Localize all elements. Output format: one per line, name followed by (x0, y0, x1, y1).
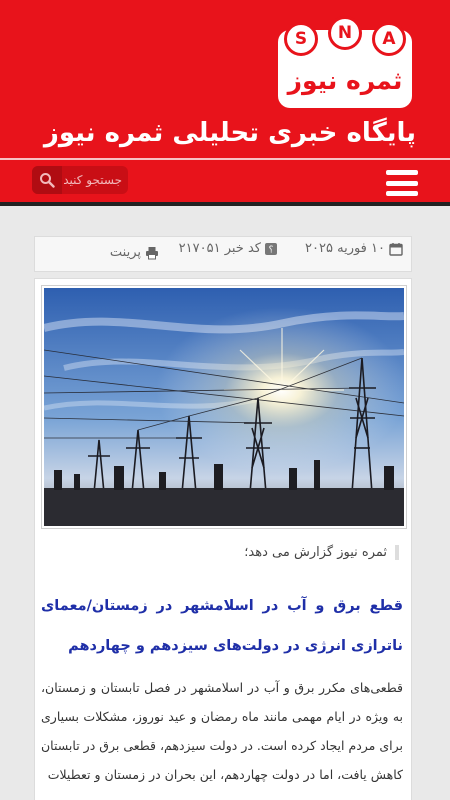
nav-bar (0, 158, 450, 206)
article-card: ثمره نیوز گزارش می دهد؛ قطع برق و آب در … (34, 278, 412, 800)
logo-letter-n: N (328, 16, 362, 50)
print-button[interactable]: پرینت (110, 245, 159, 260)
publish-date: ۱۰ فوریه ۲۰۲۵ (305, 241, 403, 256)
search-button[interactable] (32, 166, 62, 194)
news-code: ؟ کد خبر ۲۱۷۰۵۱ (179, 241, 277, 256)
article-headline[interactable]: قطع برق و آب در اسلامشهر در زمستان/معمای… (41, 586, 403, 666)
menu-bar-bottom (386, 191, 418, 196)
article-lead: ثمره نیوز گزارش می دهد؛ (244, 545, 399, 560)
printer-icon (146, 246, 158, 259)
news-code-text: کد خبر ۲۱۷۰۵۱ (178, 241, 261, 256)
site-header: S N A ثمره نیوز پایگاه خبری تحلیلی ثمره … (0, 0, 450, 158)
tag-icon: ؟ (265, 242, 277, 255)
logo-letter-s: S (284, 22, 318, 56)
site-title: پایگاه خبری تحلیلی ثمره نیوز (43, 118, 416, 148)
logo-letter-a: A (372, 22, 406, 56)
calendar-icon (389, 242, 403, 256)
search-box (32, 166, 128, 194)
article-image-frame (41, 285, 407, 529)
search-icon (40, 173, 55, 188)
logo-text: ثمره نیوز (287, 66, 403, 95)
menu-bar-top (386, 170, 418, 175)
menu-bar-middle (386, 180, 418, 186)
site-logo[interactable]: S N A ثمره نیوز (278, 16, 412, 108)
svg-text:؟: ؟ (269, 245, 274, 255)
hamburger-menu-button[interactable] (386, 170, 418, 196)
print-label: پرینت (109, 245, 141, 260)
article-body: قطعی‌های مکرر برق و آب در اسلامشهر در فص… (41, 680, 403, 782)
publish-date-text: ۱۰ فوریه ۲۰۲۵ (305, 241, 385, 256)
search-input[interactable] (62, 170, 122, 190)
article-image-power-towers (44, 288, 404, 526)
article-meta-bar: ۱۰ فوریه ۲۰۲۵ ؟ کد خبر ۲۱۷۰۵۱ پرینت (34, 236, 412, 272)
